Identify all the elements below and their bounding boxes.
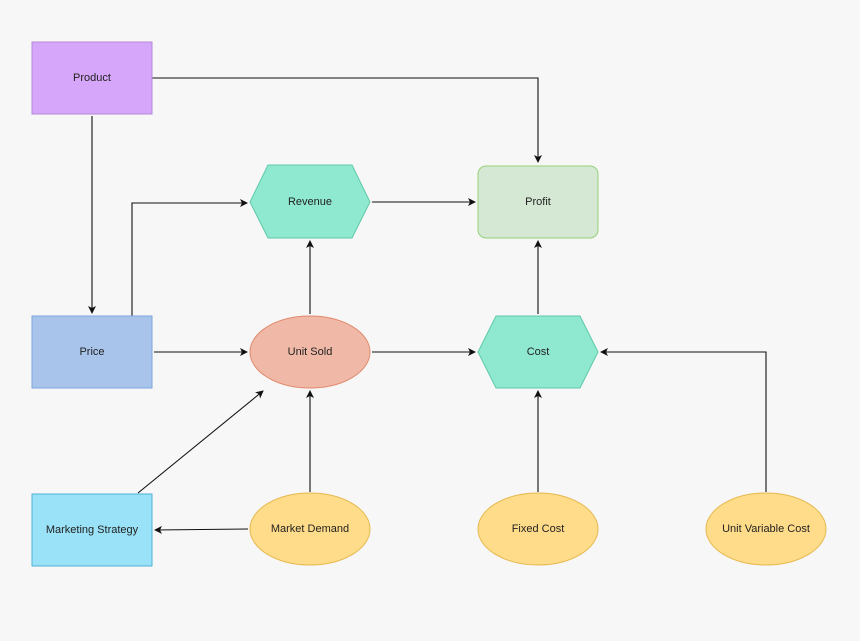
- node-product[interactable]: Product: [31, 41, 153, 115]
- node-label: Marketing Strategy: [46, 524, 139, 536]
- node-label: Price: [79, 346, 104, 358]
- node-label: Unit Sold: [288, 346, 333, 358]
- node-label: Revenue: [288, 196, 332, 208]
- node-label: Market Demand: [271, 523, 349, 535]
- node-label: Profit: [525, 196, 551, 208]
- node-revenue[interactable]: Revenue: [249, 164, 371, 239]
- edge-marketing-unit-sold[interactable]: [137, 390, 264, 494]
- node-label: Product: [73, 72, 111, 84]
- node-cost[interactable]: Cost: [477, 315, 599, 389]
- edge-market-demand-marketing[interactable]: [154, 525, 249, 534]
- node-price[interactable]: Price: [31, 315, 153, 389]
- node-unit-sold[interactable]: Unit Sold: [249, 315, 371, 389]
- node-unit-variable-cost[interactable]: Unit Variable Cost: [705, 492, 827, 566]
- node-marketing-strategy[interactable]: Marketing Strategy: [31, 493, 153, 567]
- node-market-demand[interactable]: Market Demand: [249, 492, 371, 566]
- edge-product-profit[interactable]: [152, 77, 542, 163]
- node-label: Unit Variable Cost: [722, 523, 810, 535]
- edge-price-revenue[interactable]: [131, 199, 248, 316]
- node-profit[interactable]: Profit: [477, 165, 599, 239]
- edge-unit-variable-cost-cost[interactable]: [600, 348, 767, 492]
- node-label: Cost: [527, 346, 550, 358]
- node-label: Fixed Cost: [512, 523, 565, 535]
- node-fixed-cost[interactable]: Fixed Cost: [477, 492, 599, 566]
- diagram-canvas: Product Price Marketing Strategy Revenue…: [31, 41, 827, 567]
